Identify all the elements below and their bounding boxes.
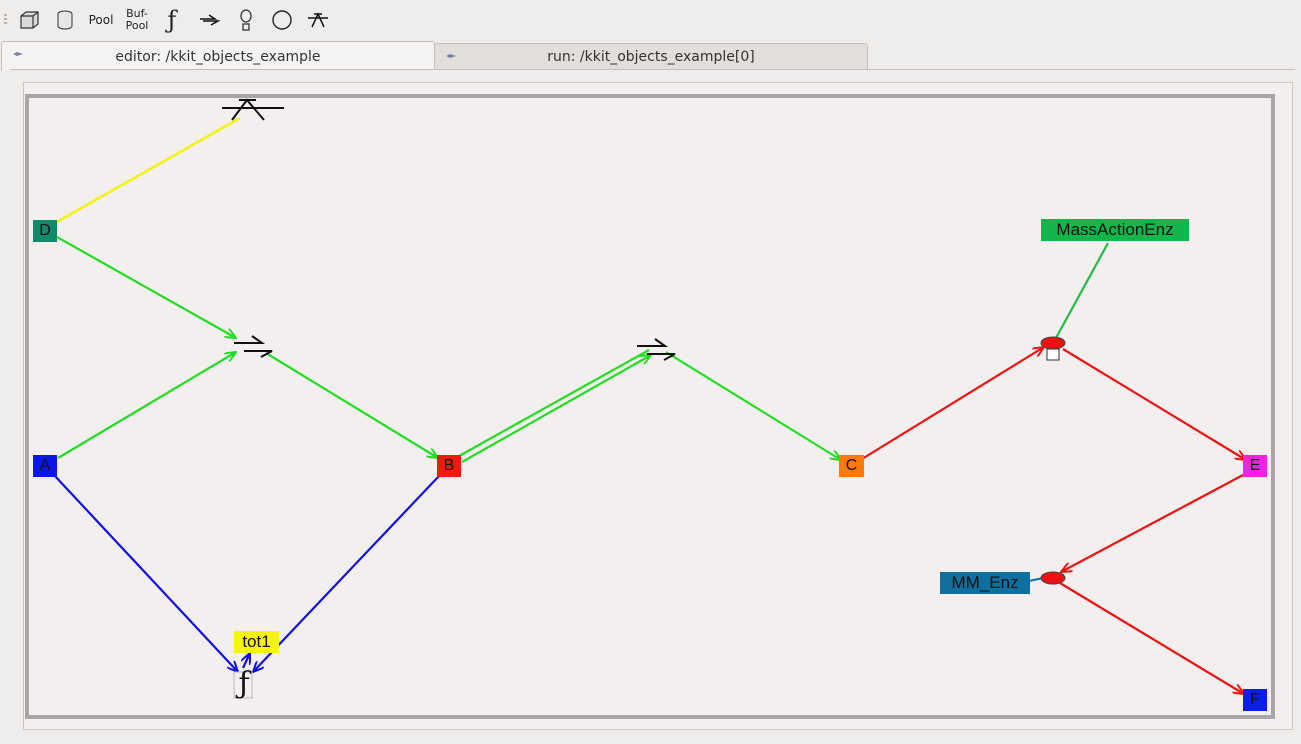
mmenz-label-box[interactable]: MM_Enz <box>940 572 1030 594</box>
reaction-node-1[interactable] <box>234 335 273 358</box>
reaction-node-2[interactable] <box>637 338 676 361</box>
massactionenz-label-box[interactable]: MassActionEnz <box>1041 219 1189 241</box>
stimulus-table-node[interactable] <box>222 98 284 121</box>
pool-tot1-label: tot1 <box>242 632 271 651</box>
edge-b-to-reac2-2 <box>461 355 651 463</box>
edge-reac2-to-c <box>665 351 841 460</box>
edge-mmenz-to-f <box>1059 582 1244 694</box>
edge-a-to-reac1 <box>57 352 236 459</box>
pool-d-label: D <box>39 222 51 239</box>
pool-b-label: B <box>443 457 455 474</box>
stimulus-edge <box>54 116 241 225</box>
edge-a-to-func <box>53 474 238 672</box>
pool-c-label: C <box>845 457 858 474</box>
pool-e[interactable]: E <box>1243 455 1267 477</box>
mass-action-enzyme-node[interactable] <box>1040 336 1066 361</box>
edge-c-to-massactionenz <box>861 347 1044 460</box>
mm-enzyme-node[interactable] <box>1040 571 1066 585</box>
edge-b-to-func <box>253 475 440 672</box>
pool-c[interactable]: C <box>839 455 864 477</box>
pool-a[interactable]: A <box>33 455 57 477</box>
edge-b-to-reac2-1 <box>458 349 650 457</box>
reaction-network[interactable] <box>0 0 1301 744</box>
edge-d-to-reac1 <box>56 236 236 338</box>
pool-a-label: A <box>39 457 51 474</box>
edge-massactionenz-to-e <box>1062 348 1246 460</box>
pool-d[interactable]: D <box>33 220 57 242</box>
edge-e-to-mmenz <box>1061 474 1244 572</box>
edge-massaction-parent <box>1055 242 1109 339</box>
pool-e-label: E <box>1249 457 1261 474</box>
mmenz-label: MM_Enz <box>951 573 1019 592</box>
pool-f[interactable]: F <box>1243 689 1267 711</box>
pool-tot1[interactable]: tot1 <box>234 631 279 653</box>
massactionenz-label: MassActionEnz <box>1056 220 1174 239</box>
pool-f-label: F <box>1250 691 1260 708</box>
function-node-glyph[interactable]: ƒ <box>233 666 255 702</box>
edge-reac1-to-b <box>265 352 438 458</box>
compartment-border[interactable] <box>25 94 1275 719</box>
pool-b[interactable]: B <box>437 455 461 477</box>
